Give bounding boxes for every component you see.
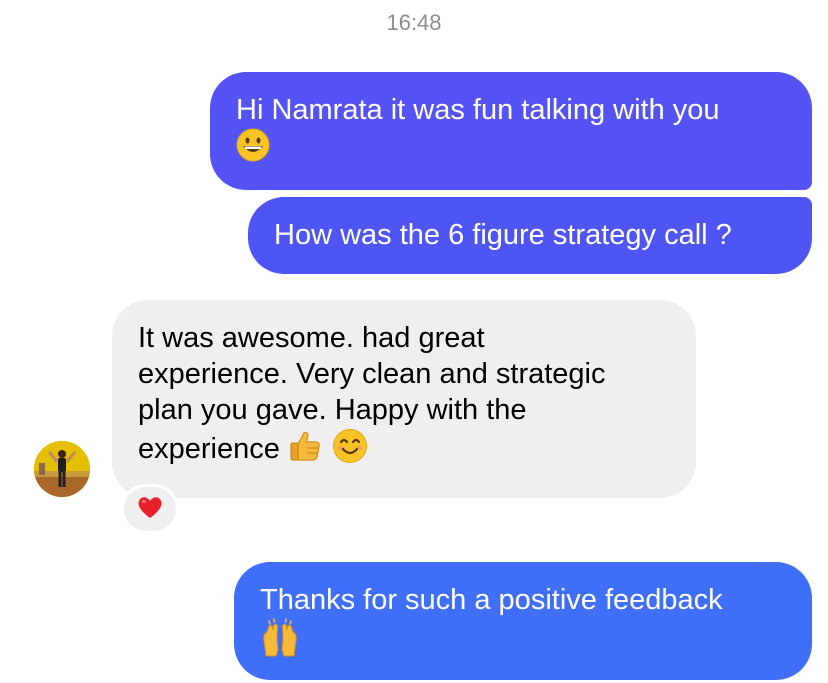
message-text: How was the 6 figure strategy call ? [274, 219, 732, 251]
message-text-line: experience. Very clean and strategic [138, 358, 606, 390]
contact-avatar[interactable] [34, 441, 90, 497]
red-heart-icon [136, 494, 164, 525]
smiling-face-emoji-icon [332, 428, 368, 473]
thumbs-up-emoji-icon [288, 428, 324, 473]
grinning-face-emoji-icon [236, 128, 270, 171]
outgoing-message-bubble[interactable]: Hi Namrata it was fun talking with you [210, 72, 812, 190]
message-text: Thanks for such a positive feedback [260, 584, 723, 616]
incoming-message-bubble[interactable]: It was awesome. had great experience. Ve… [112, 300, 696, 498]
message-reaction[interactable] [121, 484, 179, 534]
outgoing-message-bubble[interactable]: Thanks for such a positive feedback [234, 562, 812, 680]
message-text-line: It was awesome. had great [138, 322, 485, 354]
raising-hands-emoji-icon [260, 618, 300, 667]
message-text: Hi Namrata it was fun talking with you [236, 94, 720, 126]
message-text-line-with-emoji: experience [138, 428, 670, 473]
message-text-line: experience [138, 433, 280, 466]
message-text-line: plan you gave. Happy with the [138, 394, 527, 426]
outgoing-message-bubble[interactable]: How was the 6 figure strategy call ? [248, 197, 812, 274]
message-timestamp: 16:48 [386, 10, 442, 35]
